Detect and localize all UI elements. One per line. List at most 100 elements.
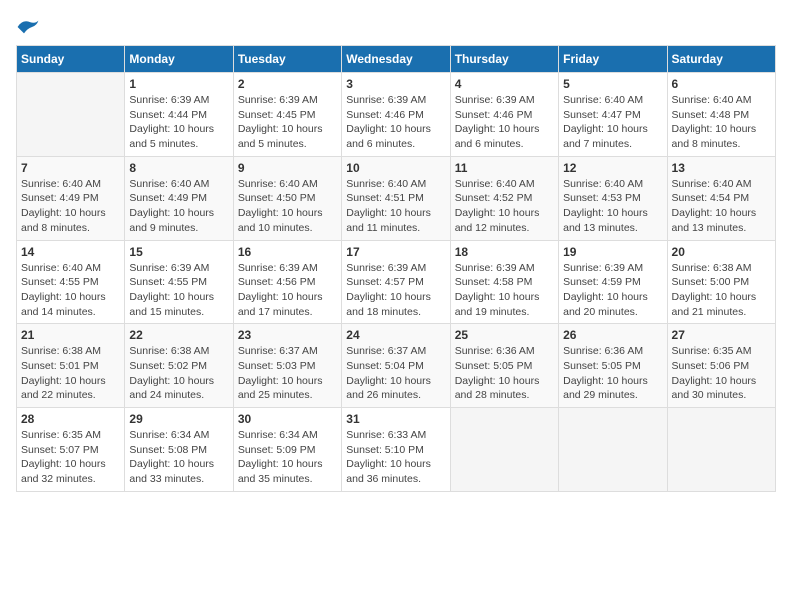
day-header-saturday: Saturday bbox=[667, 46, 775, 73]
calendar-cell: 1Sunrise: 6:39 AMSunset: 4:44 PMDaylight… bbox=[125, 73, 233, 157]
calendar-cell: 8 Sunrise: 6:40 AMSunset: 4:49 PMDaylight… bbox=[125, 156, 233, 240]
day-info: Sunrise: 6:39 AMSunset: 4:46 PMDaylight:… bbox=[346, 93, 445, 152]
calendar-cell: 13Sunrise: 6:40 AMSunset: 4:54 PMDayligh… bbox=[667, 156, 775, 240]
day-number: 7 bbox=[21, 161, 120, 175]
day-number: 31 bbox=[346, 412, 445, 426]
day-info: Sunrise: 6:40 AMSunset: 4:49 PMDaylight:… bbox=[21, 177, 120, 236]
day-info: Sunrise: 6:40 AMSunset: 4:54 PMDaylight:… bbox=[672, 177, 771, 236]
day-number: 17 bbox=[346, 245, 445, 259]
day-number: 25 bbox=[455, 328, 554, 342]
day-number: 28 bbox=[21, 412, 120, 426]
logo bbox=[16, 16, 44, 37]
calendar-cell: 17 Sunrise: 6:39 AMSunset: 4:57 PMDayligh… bbox=[342, 240, 450, 324]
header bbox=[16, 16, 776, 37]
day-header-monday: Monday bbox=[125, 46, 233, 73]
calendar-cell: 28 Sunrise: 6:35 AMSunset: 5:07 PMDayligh… bbox=[17, 408, 125, 492]
day-info: Sunrise: 6:40 AMSunset: 4:48 PMDaylight:… bbox=[672, 93, 771, 152]
calendar-cell: 31Sunrise: 6:33 AMSunset: 5:10 PMDayligh… bbox=[342, 408, 450, 492]
calendar-cell: 4 Sunrise: 6:39 AMSunset: 4:46 PMDaylight… bbox=[450, 73, 558, 157]
calendar-cell: 14 Sunrise: 6:40 AMSunset: 4:55 PMDayligh… bbox=[17, 240, 125, 324]
calendar-cell: 2 Sunrise: 6:39 AMSunset: 4:45 PMDaylight… bbox=[233, 73, 341, 157]
day-info: Sunrise: 6:39 AMSunset: 4:59 PMDaylight:… bbox=[563, 261, 662, 320]
day-number: 14 bbox=[21, 245, 120, 259]
day-header-tuesday: Tuesday bbox=[233, 46, 341, 73]
logo-bird-icon bbox=[16, 17, 40, 37]
calendar-cell bbox=[667, 408, 775, 492]
day-info: Sunrise: 6:35 AMSunset: 5:06 PMDaylight:… bbox=[672, 344, 771, 403]
calendar-cell: 5Sunrise: 6:40 AMSunset: 4:47 PMDaylight… bbox=[559, 73, 667, 157]
day-number: 12 bbox=[563, 161, 662, 175]
day-header-wednesday: Wednesday bbox=[342, 46, 450, 73]
calendar-cell: 26Sunrise: 6:36 AMSunset: 5:05 PMDayligh… bbox=[559, 324, 667, 408]
day-info: Sunrise: 6:40 AMSunset: 4:51 PMDaylight:… bbox=[346, 177, 445, 236]
day-info: Sunrise: 6:40 AMSunset: 4:55 PMDaylight:… bbox=[21, 261, 120, 320]
day-number: 9 bbox=[238, 161, 337, 175]
day-number: 20 bbox=[672, 245, 771, 259]
day-number: 1 bbox=[129, 77, 228, 91]
day-number: 6 bbox=[672, 77, 771, 91]
calendar-week-row: 7 Sunrise: 6:40 AMSunset: 4:49 PMDaylight… bbox=[17, 156, 776, 240]
calendar-cell: 11 Sunrise: 6:40 AMSunset: 4:52 PMDayligh… bbox=[450, 156, 558, 240]
day-info: Sunrise: 6:35 AMSunset: 5:07 PMDaylight:… bbox=[21, 428, 120, 487]
calendar-cell: 10Sunrise: 6:40 AMSunset: 4:51 PMDayligh… bbox=[342, 156, 450, 240]
day-number: 4 bbox=[455, 77, 554, 91]
calendar-cell: 25 Sunrise: 6:36 AMSunset: 5:05 PMDayligh… bbox=[450, 324, 558, 408]
day-number: 30 bbox=[238, 412, 337, 426]
calendar-cell: 22 Sunrise: 6:38 AMSunset: 5:02 PMDayligh… bbox=[125, 324, 233, 408]
day-info: Sunrise: 6:38 AMSunset: 5:00 PMDaylight:… bbox=[672, 261, 771, 320]
calendar-cell: 23 Sunrise: 6:37 AMSunset: 5:03 PMDayligh… bbox=[233, 324, 341, 408]
day-number: 16 bbox=[238, 245, 337, 259]
day-info: Sunrise: 6:39 AMSunset: 4:56 PMDaylight:… bbox=[238, 261, 337, 320]
day-info: Sunrise: 6:39 AMSunset: 4:46 PMDaylight:… bbox=[455, 93, 554, 152]
day-info: Sunrise: 6:34 AMSunset: 5:08 PMDaylight:… bbox=[129, 428, 228, 487]
day-header-thursday: Thursday bbox=[450, 46, 558, 73]
calendar-cell: 6 Sunrise: 6:40 AMSunset: 4:48 PMDaylight… bbox=[667, 73, 775, 157]
calendar-week-row: 28 Sunrise: 6:35 AMSunset: 5:07 PMDayligh… bbox=[17, 408, 776, 492]
day-info: Sunrise: 6:37 AMSunset: 5:04 PMDaylight:… bbox=[346, 344, 445, 403]
day-number: 11 bbox=[455, 161, 554, 175]
day-info: Sunrise: 6:40 AMSunset: 4:49 PMDaylight:… bbox=[129, 177, 228, 236]
day-header-sunday: Sunday bbox=[17, 46, 125, 73]
day-number: 19 bbox=[563, 245, 662, 259]
calendar-cell: 18 Sunrise: 6:39 AMSunset: 4:58 PMDayligh… bbox=[450, 240, 558, 324]
calendar-cell bbox=[559, 408, 667, 492]
day-info: Sunrise: 6:40 AMSunset: 4:52 PMDaylight:… bbox=[455, 177, 554, 236]
day-number: 2 bbox=[238, 77, 337, 91]
calendar-cell: 21 Sunrise: 6:38 AMSunset: 5:01 PMDayligh… bbox=[17, 324, 125, 408]
calendar-cell: 16 Sunrise: 6:39 AMSunset: 4:56 PMDayligh… bbox=[233, 240, 341, 324]
day-number: 21 bbox=[21, 328, 120, 342]
day-number: 8 bbox=[129, 161, 228, 175]
calendar-header-row: SundayMondayTuesdayWednesdayThursdayFrid… bbox=[17, 46, 776, 73]
day-number: 22 bbox=[129, 328, 228, 342]
day-info: Sunrise: 6:34 AMSunset: 5:09 PMDaylight:… bbox=[238, 428, 337, 487]
day-info: Sunrise: 6:36 AMSunset: 5:05 PMDaylight:… bbox=[563, 344, 662, 403]
day-info: Sunrise: 6:40 AMSunset: 4:50 PMDaylight:… bbox=[238, 177, 337, 236]
day-number: 24 bbox=[346, 328, 445, 342]
calendar-cell: 30 Sunrise: 6:34 AMSunset: 5:09 PMDayligh… bbox=[233, 408, 341, 492]
day-number: 18 bbox=[455, 245, 554, 259]
day-info: Sunrise: 6:38 AMSunset: 5:01 PMDaylight:… bbox=[21, 344, 120, 403]
day-number: 27 bbox=[672, 328, 771, 342]
day-header-friday: Friday bbox=[559, 46, 667, 73]
day-info: Sunrise: 6:39 AMSunset: 4:45 PMDaylight:… bbox=[238, 93, 337, 152]
day-info: Sunrise: 6:39 AMSunset: 4:57 PMDaylight:… bbox=[346, 261, 445, 320]
calendar-week-row: 1Sunrise: 6:39 AMSunset: 4:44 PMDaylight… bbox=[17, 73, 776, 157]
day-info: Sunrise: 6:37 AMSunset: 5:03 PMDaylight:… bbox=[238, 344, 337, 403]
day-info: Sunrise: 6:40 AMSunset: 4:53 PMDaylight:… bbox=[563, 177, 662, 236]
calendar-cell bbox=[450, 408, 558, 492]
day-info: Sunrise: 6:39 AMSunset: 4:58 PMDaylight:… bbox=[455, 261, 554, 320]
day-info: Sunrise: 6:36 AMSunset: 5:05 PMDaylight:… bbox=[455, 344, 554, 403]
calendar-week-row: 14 Sunrise: 6:40 AMSunset: 4:55 PMDayligh… bbox=[17, 240, 776, 324]
calendar-cell: 3 Sunrise: 6:39 AMSunset: 4:46 PMDaylight… bbox=[342, 73, 450, 157]
calendar-table: SundayMondayTuesdayWednesdayThursdayFrid… bbox=[16, 45, 776, 492]
day-number: 29 bbox=[129, 412, 228, 426]
day-info: Sunrise: 6:39 AMSunset: 4:55 PMDaylight:… bbox=[129, 261, 228, 320]
calendar-week-row: 21 Sunrise: 6:38 AMSunset: 5:01 PMDayligh… bbox=[17, 324, 776, 408]
day-info: Sunrise: 6:38 AMSunset: 5:02 PMDaylight:… bbox=[129, 344, 228, 403]
day-number: 23 bbox=[238, 328, 337, 342]
day-number: 3 bbox=[346, 77, 445, 91]
day-number: 5 bbox=[563, 77, 662, 91]
calendar-cell: 7 Sunrise: 6:40 AMSunset: 4:49 PMDaylight… bbox=[17, 156, 125, 240]
calendar-cell: 12 Sunrise: 6:40 AMSunset: 4:53 PMDayligh… bbox=[559, 156, 667, 240]
calendar-cell: 19 Sunrise: 6:39 AMSunset: 4:59 PMDayligh… bbox=[559, 240, 667, 324]
